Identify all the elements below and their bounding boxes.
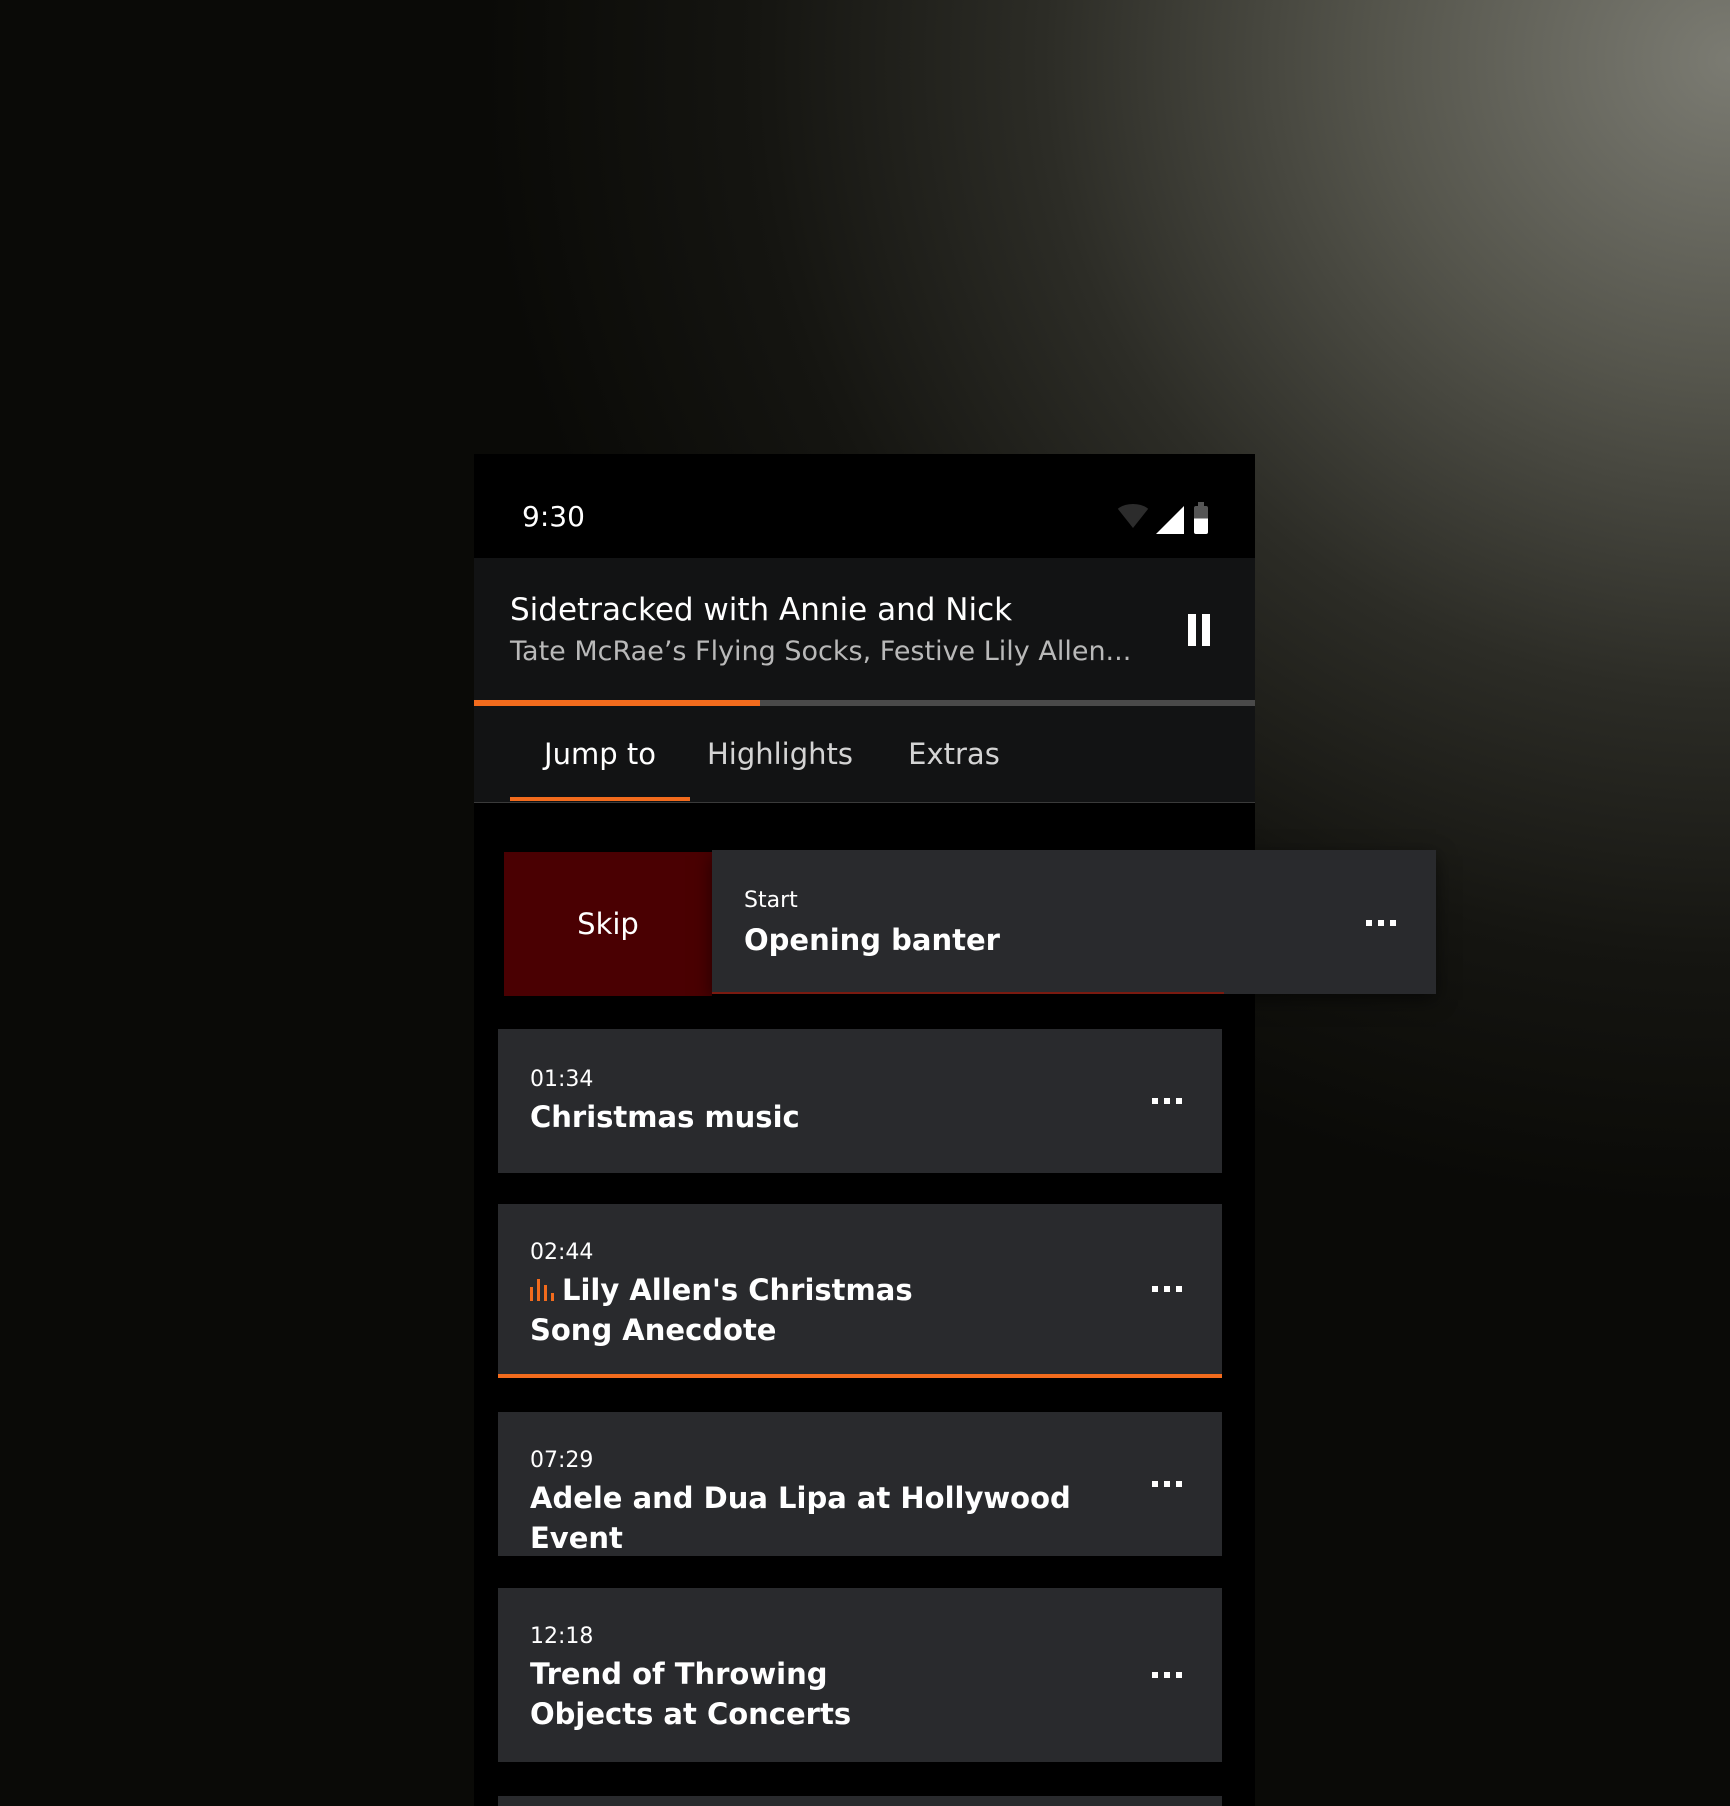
more-dot-icon xyxy=(1152,1286,1158,1292)
segment-title: Lily Allen's Christmas Song Anecdote xyxy=(530,1273,913,1347)
status-icons xyxy=(1114,502,1224,544)
segment-card-current[interactable]: 02:44 Lily Allen's Christmas Song Anecdo… xyxy=(498,1204,1222,1378)
phone-screen: 9:30 Sidetracked with Annie and Nick Tat… xyxy=(474,454,1436,1806)
segment-title: Christmas music xyxy=(530,1100,800,1134)
now-playing-title: Sidetracked with Annie and Nick xyxy=(510,592,1013,628)
segment-time: 12:18 xyxy=(530,1624,594,1649)
segment-title: Opening banter xyxy=(744,923,1000,957)
more-dot-icon xyxy=(1152,1672,1158,1678)
now-playing-subtitle: Tate McRae’s Flying Socks, Festive Lily … xyxy=(510,636,1132,667)
more-dot-icon xyxy=(1176,1286,1182,1292)
more-options-button[interactable] xyxy=(1152,1480,1182,1488)
more-dot-icon xyxy=(1176,1672,1182,1678)
segment-card-opening[interactable]: Start Opening banter xyxy=(712,850,1436,994)
more-options-button[interactable] xyxy=(1152,1671,1182,1679)
more-dot-icon xyxy=(1164,1286,1170,1292)
skip-button[interactable]: Skip xyxy=(504,852,712,996)
more-dot-icon xyxy=(1378,920,1384,926)
swipe-underline xyxy=(712,992,1224,994)
segment-time: 01:34 xyxy=(530,1067,594,1092)
tab-bar: Jump to Highlights Extras xyxy=(474,706,1255,803)
tab-jump-to[interactable]: Jump to xyxy=(510,706,690,802)
segment-card[interactable]: 01:34 Christmas music xyxy=(498,1029,1222,1173)
more-dot-icon xyxy=(1390,920,1396,926)
segment-title-row: Lily Allen's Christmas Song Anecdote xyxy=(530,1270,970,1350)
more-dot-icon xyxy=(1164,1098,1170,1104)
more-options-button[interactable] xyxy=(1152,1097,1182,1105)
segment-time: Start xyxy=(744,888,798,913)
battery-icon xyxy=(1194,502,1208,534)
segment-time: 07:29 xyxy=(530,1448,594,1473)
segment-card[interactable]: 12:18 Trend of Throwing Objects at Conce… xyxy=(498,1588,1222,1762)
signal-icon xyxy=(1156,506,1184,534)
status-bar: 9:30 xyxy=(474,454,1255,558)
more-dot-icon xyxy=(1152,1098,1158,1104)
active-tab-indicator xyxy=(510,797,690,801)
tab-highlights[interactable]: Highlights xyxy=(690,706,870,802)
segment-title: Trend of Throwing Objects at Concerts xyxy=(530,1657,852,1731)
pause-icon xyxy=(1188,614,1196,646)
more-dot-icon xyxy=(1176,1098,1182,1104)
tab-extras[interactable]: Extras xyxy=(874,706,1034,802)
segment-card-partial[interactable] xyxy=(498,1796,1222,1806)
more-options-button[interactable] xyxy=(1152,1285,1182,1293)
wifi-icon xyxy=(1114,504,1152,528)
pause-button[interactable] xyxy=(1186,614,1212,646)
pause-icon xyxy=(1202,614,1210,646)
more-dot-icon xyxy=(1152,1481,1158,1487)
segment-time: 02:44 xyxy=(530,1240,594,1265)
more-dot-icon xyxy=(1164,1481,1170,1487)
status-time: 9:30 xyxy=(522,500,585,533)
now-playing-icon xyxy=(530,1279,554,1301)
more-dot-icon xyxy=(1176,1481,1182,1487)
more-dot-icon xyxy=(1366,920,1372,926)
now-playing-bar[interactable]: Sidetracked with Annie and Nick Tate McR… xyxy=(474,558,1255,702)
swiped-list-item: Skip Start Opening banter xyxy=(504,850,1444,996)
more-dot-icon xyxy=(1164,1672,1170,1678)
more-options-button[interactable] xyxy=(1366,919,1396,927)
segment-title: Adele and Dua Lipa at Hollywood Event xyxy=(530,1481,1071,1555)
segment-card[interactable]: 07:29 Adele and Dua Lipa at Hollywood Ev… xyxy=(498,1412,1222,1556)
